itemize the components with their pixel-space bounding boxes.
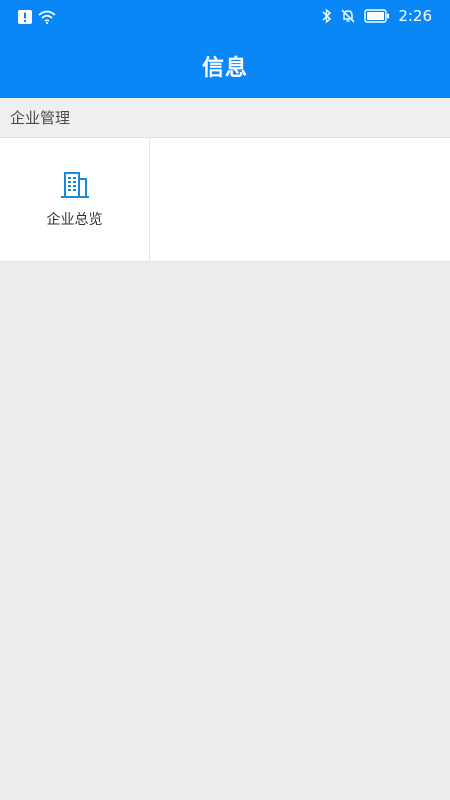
alert-icon [18, 10, 32, 24]
status-time: 2:26 [398, 7, 432, 25]
wifi-icon [38, 10, 56, 24]
section-header: 企业管理 [0, 98, 450, 138]
battery-icon [364, 9, 390, 23]
status-right: 2:26 [322, 7, 432, 25]
building-icon [60, 171, 90, 199]
status-bar: 2:26 [0, 0, 450, 36]
status-left [18, 10, 56, 24]
bluetooth-icon [322, 8, 332, 24]
tile-enterprise-overview[interactable]: 企业总览 [0, 138, 150, 261]
tile-label: 企业总览 [46, 211, 103, 228]
mute-bell-icon [340, 8, 356, 24]
module-grid: 企业总览 [0, 138, 450, 262]
page-title: 信息 [201, 56, 248, 81]
app-screen: 2:26 信息 企业管理 企业总览 [0, 0, 450, 800]
top-bar: 2:26 信息 [0, 0, 450, 98]
